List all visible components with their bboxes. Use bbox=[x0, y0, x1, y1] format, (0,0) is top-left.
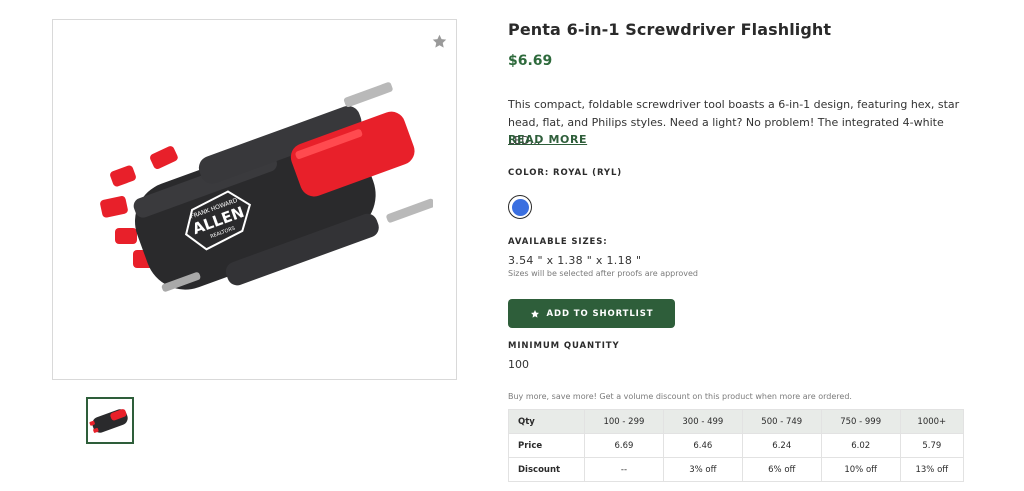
add-to-shortlist-button[interactable]: ADD TO SHORTLIST bbox=[508, 299, 675, 328]
sizes-value: 3.54 " x 1.38 " x 1.18 " bbox=[508, 254, 642, 267]
star-icon bbox=[530, 309, 540, 319]
header-cell: 100 - 299 bbox=[584, 409, 664, 434]
product-thumbnail[interactable] bbox=[86, 397, 134, 444]
table-row: Discount -- 3% off 6% off 10% off 13% of… bbox=[508, 457, 965, 482]
thumbnail-image bbox=[89, 409, 128, 433]
min-quantity-value: 100 bbox=[508, 358, 529, 371]
read-more-link[interactable]: READ MORE bbox=[508, 133, 587, 146]
table-cell: 10% off bbox=[820, 457, 901, 482]
shortlist-label: ADD TO SHORTLIST bbox=[546, 308, 654, 319]
table-cell: -- bbox=[584, 457, 664, 482]
pricing-header-row: Qty 100 - 299 300 - 499 500 - 749 750 - … bbox=[508, 409, 965, 434]
header-cell: 1000+ bbox=[899, 409, 965, 434]
product-price: $6.69 bbox=[508, 53, 553, 69]
table-cell: 6.02 bbox=[820, 433, 901, 458]
pricing-table: Qty 100 - 299 300 - 499 500 - 749 750 - … bbox=[508, 409, 965, 482]
table-cell: 6% off bbox=[741, 457, 822, 482]
table-row: Price 6.69 6.46 6.24 6.02 5.79 bbox=[508, 433, 965, 458]
sizes-label: AVAILABLE SIZES: bbox=[508, 237, 608, 247]
table-cell: 6.69 bbox=[584, 433, 664, 458]
table-cell: 6.24 bbox=[741, 433, 822, 458]
product-image-panel: FRANK HOWARD ALLEN REALTORS bbox=[52, 19, 457, 380]
color-label: COLOR: ROYAL (RYL) bbox=[508, 168, 623, 178]
star-icon bbox=[432, 34, 446, 48]
min-quantity-label: MINIMUM QUANTITY bbox=[508, 341, 620, 351]
table-cell: Discount bbox=[508, 457, 585, 482]
table-cell: 3% off bbox=[662, 457, 743, 482]
table-cell: Price bbox=[508, 433, 585, 458]
product-image: FRANK HOWARD ALLEN REALTORS bbox=[100, 82, 433, 292]
color-swatch-royal[interactable] bbox=[508, 195, 532, 219]
table-cell: 13% off bbox=[899, 457, 965, 482]
table-cell: 5.79 bbox=[899, 433, 965, 458]
sizes-note: Sizes will be selected after proofs are … bbox=[508, 269, 698, 278]
header-cell: 750 - 999 bbox=[820, 409, 901, 434]
header-cell: 500 - 749 bbox=[741, 409, 822, 434]
bulk-discount-note: Buy more, save more! Get a volume discou… bbox=[508, 392, 852, 401]
product-title: Penta 6-in-1 Screwdriver Flashlight bbox=[508, 20, 832, 39]
table-cell: 6.46 bbox=[662, 433, 743, 458]
favorite-button[interactable] bbox=[428, 30, 450, 52]
header-cell: 300 - 499 bbox=[662, 409, 743, 434]
header-cell: Qty bbox=[508, 409, 585, 434]
swatch-fill bbox=[511, 198, 529, 216]
